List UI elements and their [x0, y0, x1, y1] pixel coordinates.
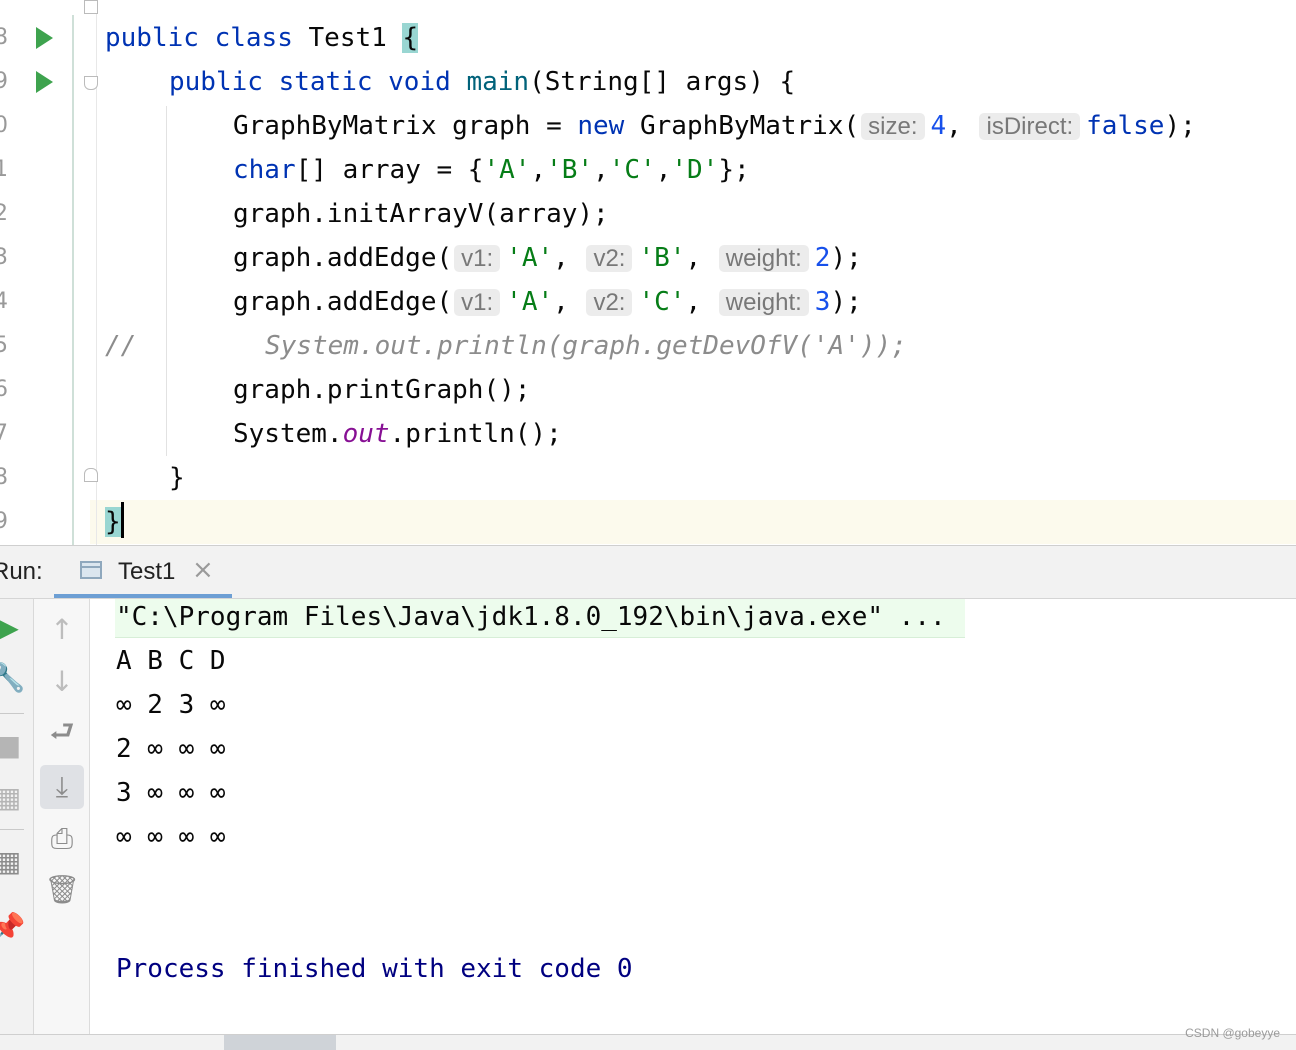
console-output[interactable]: "C:\Program Files\Java\jdk1.8.0_192\bin\…	[91, 599, 1296, 1034]
layout-icon[interactable]: ▦	[0, 839, 30, 883]
trash-icon[interactable]: 🗑	[40, 867, 84, 911]
line-number: 2	[0, 201, 8, 226]
up-arrow-icon[interactable]: ↑	[40, 607, 84, 651]
bottom-tab[interactable]	[224, 1035, 336, 1050]
line-number: 8	[0, 465, 8, 490]
fold-icon[interactable]	[84, 468, 98, 482]
code-line: char[] array = {'A','B','C','D'};	[233, 155, 750, 185]
run-toolwindow-header: Run: Test1 ×	[0, 545, 1296, 599]
stop-icon[interactable]: ■	[0, 723, 30, 767]
line-number: 9	[0, 69, 8, 94]
run-actions-bar: ▶ 🔧 ■ ▦ ▦ 📌	[0, 599, 34, 1050]
code-line: System.out.println();	[233, 419, 562, 449]
code-line: }	[169, 463, 185, 493]
console-icon	[80, 561, 102, 579]
line-number: 7	[0, 421, 8, 446]
scroll-to-end-icon[interactable]: ⤓	[40, 765, 84, 809]
code-line: graph.printGraph();	[233, 375, 531, 405]
line-number: 5	[0, 333, 8, 358]
parameter-hint: v1:	[454, 245, 501, 272]
restore-layout-icon[interactable]: ▦	[0, 775, 30, 819]
output-line: ∞ 2 3 ∞	[116, 690, 226, 720]
code-line: }	[105, 500, 124, 544]
pin-icon[interactable]: 📌	[0, 905, 30, 949]
code-line-comment: System.out.println(graph.getDevOfV('A'))…	[265, 331, 907, 361]
gutter-separator	[72, 15, 74, 545]
parameter-hint: weight:	[718, 245, 809, 272]
down-arrow-icon[interactable]: ↓	[40, 659, 84, 703]
parameter-hint: size:	[861, 113, 925, 140]
code-line-comment: //	[105, 331, 137, 361]
line-number: 6	[0, 377, 8, 402]
rerun-icon[interactable]: ▶	[0, 605, 30, 649]
code-line: GraphByMatrix graph = new GraphByMatrix(…	[233, 111, 1196, 141]
run-label: Run:	[0, 558, 43, 585]
fold-icon[interactable]	[84, 76, 98, 90]
line-number: 4	[0, 289, 8, 314]
command-line[interactable]: "C:\Program Files\Java\jdk1.8.0_192\bin\…	[116, 595, 946, 639]
parameter-hint: isDirect:	[979, 113, 1081, 140]
soft-wrap-icon[interactable]: ⮐	[40, 713, 84, 757]
code-line: graph.initArrayV(array);	[233, 199, 609, 229]
parameter-hint: v2:	[586, 245, 633, 272]
console-toolbar: ↑ ↓ ⮐ ⤓ ⎙ 🗑	[34, 599, 90, 1050]
code-editor[interactable]: 8 9 0 1 2 3 4 5 6 7 8 9 public class Tes…	[0, 0, 1296, 545]
line-number: 9	[0, 509, 8, 534]
output-line: 3 ∞ ∞ ∞	[116, 778, 226, 808]
output-line: A B C D	[116, 646, 226, 676]
run-main-icon[interactable]	[36, 71, 53, 93]
divider	[0, 829, 24, 830]
parameter-hint: v2:	[586, 289, 633, 316]
close-icon[interactable]: ×	[192, 555, 214, 585]
line-number: 8	[0, 25, 8, 50]
bottom-tool-strip	[0, 1034, 1296, 1050]
tab-label: Test1	[118, 558, 176, 585]
code-line: public static void main(String[] args) {	[169, 67, 796, 97]
code-line: graph.addEdge(v1: 'A', v2: 'B', weight: 2);	[233, 243, 862, 273]
tab-test1[interactable]: Test1 ×	[54, 546, 232, 598]
output-line: 2 ∞ ∞ ∞	[116, 734, 226, 764]
divider	[0, 713, 24, 714]
fold-icon[interactable]	[84, 0, 98, 14]
exit-message: Process finished with exit code 0	[116, 954, 633, 984]
parameter-hint: v1:	[454, 289, 501, 316]
indent-guide	[166, 106, 167, 456]
line-number: 0	[0, 113, 8, 138]
line-number: 3	[0, 245, 8, 270]
parameter-hint: weight:	[718, 289, 809, 316]
wrench-icon[interactable]: 🔧	[0, 655, 30, 699]
print-icon[interactable]: ⎙	[40, 817, 84, 861]
text-caret	[120, 502, 124, 538]
code-line: public class Test1 {	[105, 23, 419, 53]
code-line: graph.addEdge(v1: 'A', v2: 'C', weight: 3);	[233, 287, 862, 317]
run-class-icon[interactable]	[36, 27, 53, 49]
watermark: CSDN @gobeyye	[1185, 1026, 1280, 1040]
line-number: 1	[0, 157, 8, 182]
current-line-highlight	[0, 500, 1296, 544]
output-line: ∞ ∞ ∞ ∞	[116, 822, 226, 852]
